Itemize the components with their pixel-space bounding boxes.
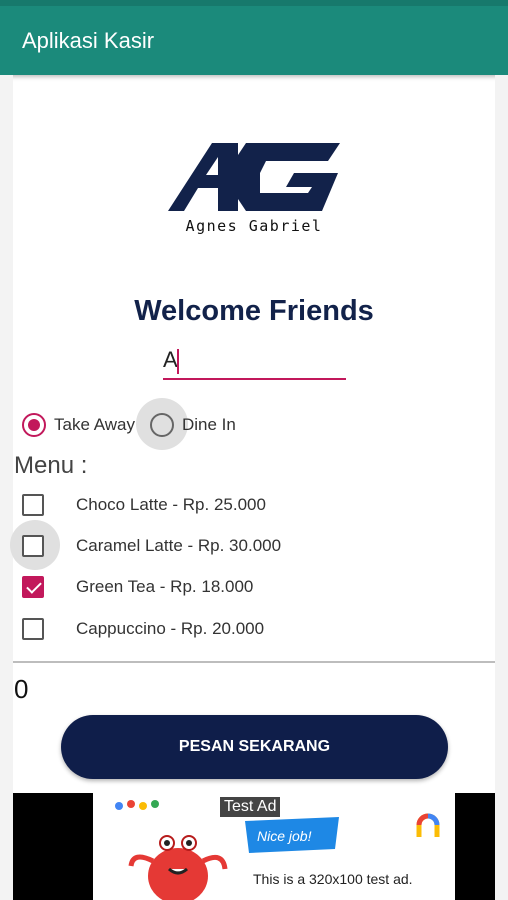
logo-caption: Agnes Gabriel [185,217,323,235]
checkbox-caramel-latte[interactable] [22,535,44,557]
divider [13,661,495,663]
name-input[interactable] [163,342,346,380]
menu-item-green-tea[interactable]: Green Tea - Rp. 18.000 [22,574,253,600]
app-bar: Aplikasi Kasir [0,0,508,75]
radio-dine-in-label: Dine In [182,415,236,434]
ad-tag: Test Ad [220,797,281,817]
menu-item-caramel-latte[interactable]: Caramel Latte - Rp. 30.000 [22,533,281,559]
radio-dine-in-circle[interactable] [150,413,174,437]
app-title: Aplikasi Kasir [22,28,155,53]
menu-item-label: Green Tea - Rp. 18.000 [76,577,254,596]
right-gutter [495,75,508,900]
checkbox-choco-latte[interactable] [22,494,44,516]
text-caret [177,349,179,374]
checkbox-cappuccino[interactable] [22,618,44,640]
left-gutter [0,75,13,900]
flag-icon: Nice job! [245,817,339,853]
radio-dine-in[interactable]: Dine In [150,410,236,440]
dots-icon [115,800,159,810]
menu-item-choco-latte[interactable]: Choco Latte - Rp. 25.000 [22,492,266,518]
ad-logo-icon [416,813,440,837]
welcome-heading: Welcome Friends [134,295,374,327]
order-now-button[interactable]: PESAN SEKARANG [61,715,448,779]
menu-heading: Menu : [14,452,88,479]
monster-icon [128,835,228,900]
ad-text: This is a 320x100 test ad. [253,871,413,887]
menu-item-cappuccino[interactable]: Cappuccino - Rp. 20.000 [22,616,264,642]
radio-take-away-label: Take Away [54,415,135,434]
total-value: 0 [14,674,29,704]
menu-item-label: Choco Latte - Rp. 25.000 [76,495,266,514]
ad-flag-text: Nice job! [257,828,312,844]
checkbox-green-tea[interactable] [22,576,44,598]
radio-take-away-circle[interactable] [22,413,46,437]
menu-item-label: Caramel Latte - Rp. 30.000 [76,536,282,555]
radio-take-away[interactable]: Take Away [22,410,135,440]
ag-logo [168,143,340,211]
menu-item-label: Cappuccino - Rp. 20.000 [76,619,265,638]
